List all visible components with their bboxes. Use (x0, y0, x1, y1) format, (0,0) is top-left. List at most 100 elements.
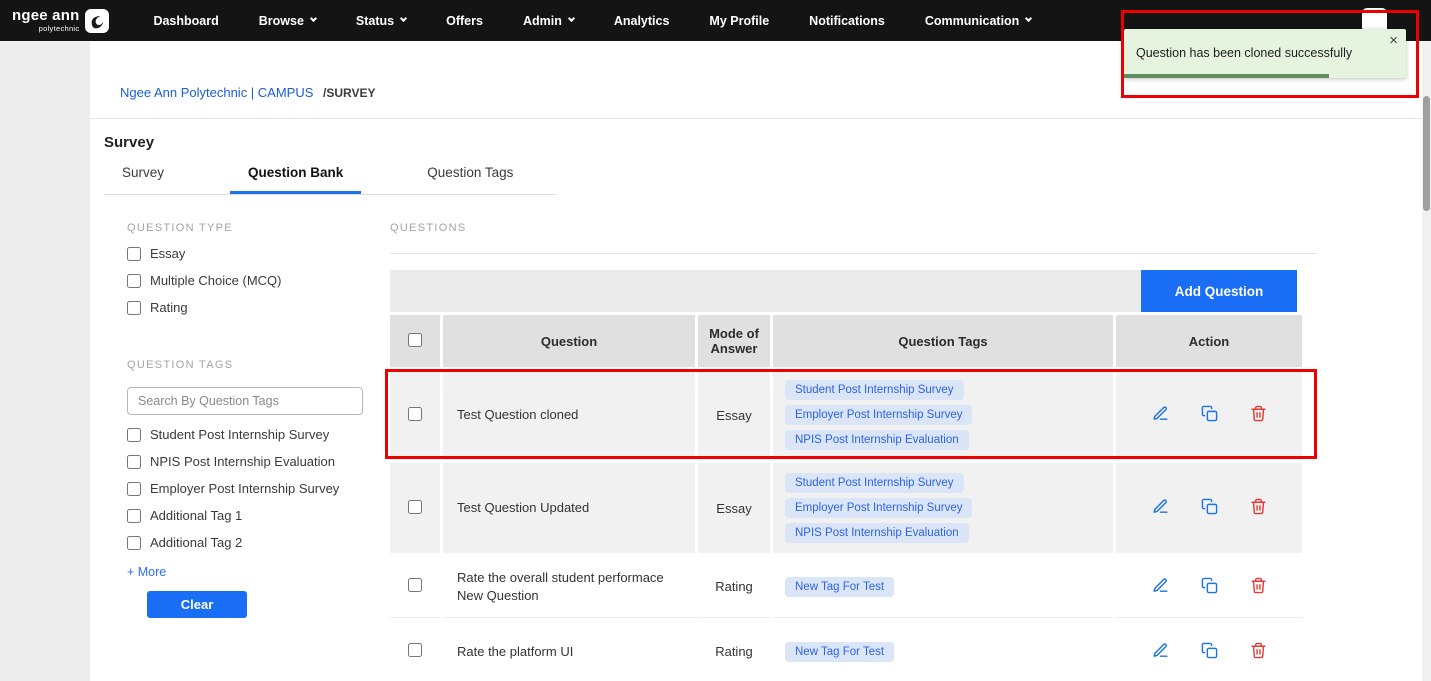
clone-button[interactable] (1201, 405, 1218, 425)
filter-option-rating: Rating (127, 300, 390, 315)
column-header-question: Question (443, 315, 695, 367)
delete-button[interactable] (1250, 577, 1267, 597)
checkbox-multiple-choice[interactable] (127, 273, 141, 288)
edit-button[interactable] (1152, 498, 1169, 518)
pencil-icon (1152, 642, 1169, 662)
logo-text-line1: ngee ann (12, 7, 80, 25)
clone-button[interactable] (1201, 577, 1218, 597)
edit-button[interactable] (1152, 577, 1169, 597)
filter-tag-additional-tag-1: Additional Tag 1 (127, 508, 390, 523)
nav-item-notifications[interactable]: Notifications (809, 14, 885, 28)
ngee-ann-logo[interactable]: ngee ann polytechnic (0, 8, 123, 33)
checkbox-essay[interactable] (127, 246, 141, 261)
more-tags-link[interactable]: + More (127, 565, 166, 579)
column-header-action: Action (1116, 315, 1302, 367)
questions-table: Question Mode of Answer Question Tags Ac… (387, 312, 1305, 681)
column-header-question-tags: Question Tags (773, 315, 1113, 367)
checkbox-npis-post-internship-evaluation[interactable] (127, 454, 141, 469)
trash-icon (1250, 498, 1267, 518)
clone-button[interactable] (1201, 498, 1218, 518)
question-text: Test Question cloned (443, 370, 695, 460)
row-checkbox[interactable] (408, 499, 422, 514)
toast-close-button[interactable]: × (1389, 33, 1398, 48)
tag-pill: NPIS Post Internship Evaluation (785, 430, 969, 450)
nav-item-analytics[interactable]: Analytics (614, 14, 670, 28)
filter-tag-npis-post-internship-evaluation: NPIS Post Internship Evaluation (127, 454, 390, 469)
filter-sidebar: QUESTION TYPE Essay Multiple Choice (MCQ… (90, 222, 390, 681)
checkbox-employer-post-internship-survey[interactable] (127, 481, 141, 496)
mode-of-answer: Essay (698, 463, 770, 553)
question-type-label: QUESTION TYPE (127, 222, 233, 234)
filter-tag-student-post-internship-survey: Student Post Internship Survey (127, 427, 390, 442)
nav-item-admin[interactable]: Admin (523, 14, 575, 28)
copy-icon (1201, 405, 1218, 425)
question-tags-search-input[interactable] (127, 387, 363, 415)
trash-icon (1250, 642, 1267, 662)
question-text: Rate the overall student performace New … (443, 556, 695, 618)
table-row: Test Question cloned Essay Student Post … (390, 370, 1302, 460)
breadcrumb-link[interactable]: Ngee Ann Polytechnic | CAMPUS (120, 85, 313, 100)
tag-pill: NPIS Post Internship Evaluation (785, 523, 969, 543)
trash-icon (1250, 405, 1267, 425)
tag-pill: Employer Post Internship Survey (785, 498, 973, 518)
nav-item-communication[interactable]: Communication (925, 14, 1033, 28)
row-checkbox[interactable] (408, 643, 422, 657)
edit-button[interactable] (1152, 405, 1169, 425)
nav-item-my-profile[interactable]: My Profile (709, 14, 769, 28)
question-text: Test Question Updated (443, 463, 695, 553)
tab-bar: Survey Question Bank Question Tags (104, 155, 556, 195)
nav-item-status[interactable]: Status (356, 14, 408, 28)
checkbox-additional-tag-2[interactable] (127, 535, 141, 550)
nav-item-offers[interactable]: Offers (446, 14, 483, 28)
pencil-icon (1152, 405, 1169, 425)
chevron-down-icon (400, 14, 408, 23)
copy-icon (1201, 642, 1218, 662)
tab-question-tags[interactable]: Question Tags (409, 155, 531, 194)
mode-of-answer: Rating (698, 556, 770, 618)
delete-button[interactable] (1250, 642, 1267, 662)
delete-button[interactable] (1250, 405, 1267, 425)
table-header-row: Question Mode of Answer Question Tags Ac… (390, 315, 1302, 367)
question-text: Rate the platform UI (443, 621, 695, 681)
delete-button[interactable] (1250, 498, 1267, 518)
chevron-down-icon (567, 14, 575, 23)
clear-filters-button[interactable]: Clear (147, 591, 247, 618)
checkbox-rating[interactable] (127, 300, 141, 315)
table-row: Rate the platform UI Rating New Tag For … (390, 621, 1302, 681)
toast-notification: Question has been cloned successfully × (1124, 29, 1406, 78)
scrollbar-thumb[interactable] (1423, 96, 1430, 211)
table-row: Rate the overall student performace New … (390, 556, 1302, 618)
table-row: Test Question Updated Essay Student Post… (390, 463, 1302, 553)
tag-pill: Student Post Internship Survey (785, 473, 964, 493)
row-checkbox[interactable] (408, 406, 422, 421)
tag-pill: New Tag For Test (785, 576, 895, 597)
add-question-button[interactable]: Add Question (1141, 270, 1297, 312)
tab-question-bank[interactable]: Question Bank (230, 155, 362, 194)
logo-text-line2: polytechnic (38, 24, 80, 34)
checkbox-additional-tag-1[interactable] (127, 508, 141, 523)
trash-icon (1250, 577, 1267, 597)
filter-option-essay: Essay (127, 246, 390, 261)
questions-section-label: QUESTIONS (390, 222, 467, 234)
checkbox-student-post-internship-survey[interactable] (127, 427, 141, 442)
clone-button[interactable] (1201, 642, 1218, 662)
mode-of-answer: Essay (698, 370, 770, 460)
tab-survey[interactable]: Survey (104, 155, 182, 194)
table-toolbar: Add Question (390, 270, 1297, 312)
filter-tag-additional-tag-2: Additional Tag 2 (127, 535, 390, 550)
questions-section: QUESTIONS Add Question Question Mode of … (390, 222, 1422, 681)
pencil-icon (1152, 498, 1169, 518)
select-all-checkbox[interactable] (408, 332, 422, 347)
row-checkbox[interactable] (408, 578, 422, 592)
page-content: Ngee Ann Polytechnic | CAMPUS /SURVEY Su… (90, 41, 1422, 681)
tag-pill: Employer Post Internship Survey (785, 405, 973, 425)
breadcrumb-current: /SURVEY (323, 86, 376, 100)
nav-item-browse[interactable]: Browse (259, 14, 317, 28)
scrollbar[interactable] (1422, 41, 1431, 681)
question-tags-label: QUESTION TAGS (127, 359, 234, 371)
mode-of-answer: Rating (698, 621, 770, 681)
section-divider (390, 253, 1317, 254)
column-header-mode-of-answer: Mode of Answer (698, 315, 770, 367)
nav-item-dashboard[interactable]: Dashboard (153, 14, 218, 28)
edit-button[interactable] (1152, 642, 1169, 662)
